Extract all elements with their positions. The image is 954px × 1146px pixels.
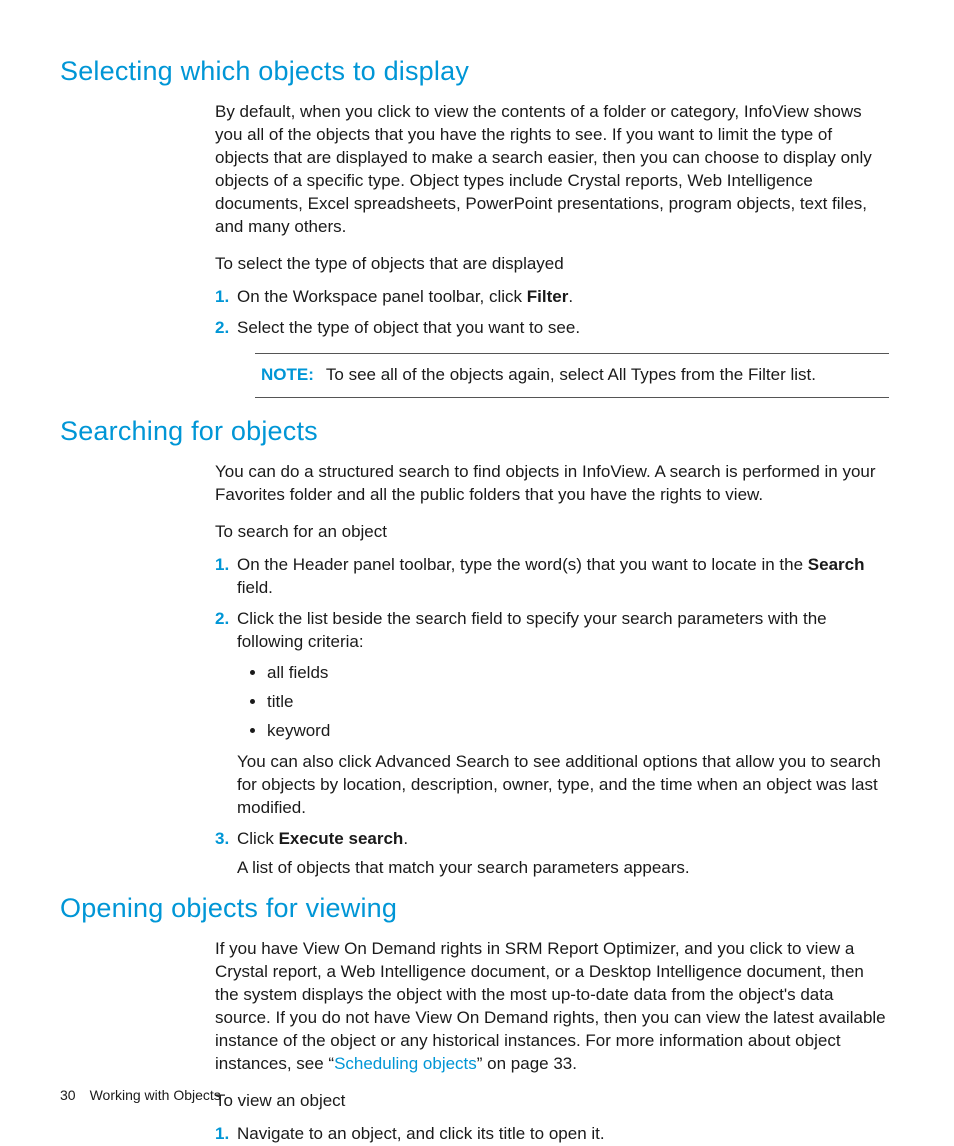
paragraph: If you have View On Demand rights in SRM… — [215, 938, 889, 1076]
criteria-item: keyword — [267, 720, 889, 743]
criteria-list: all fields title keyword — [267, 662, 889, 743]
ui-label-filter: Filter — [527, 287, 569, 306]
step-text: . — [403, 829, 408, 848]
heading-searching-objects: Searching for objects — [60, 416, 894, 447]
section-body: You can do a structured search to find o… — [215, 461, 889, 879]
step-item: Select the type of object that you want … — [237, 317, 889, 340]
chapter-title: Working with Objects — [90, 1087, 221, 1103]
note-box: NOTE: To see all of the objects again, se… — [255, 353, 889, 398]
step-item: On the Workspace panel toolbar, click Fi… — [237, 286, 889, 309]
steps-list: Navigate to an object, and click its tit… — [215, 1123, 889, 1146]
heading-opening-objects: Opening objects for viewing — [60, 893, 894, 924]
procedure-lead: To search for an object — [215, 521, 889, 544]
heading-selecting-objects: Selecting which objects to display — [60, 56, 894, 87]
note-label: NOTE: — [261, 365, 314, 384]
steps-list: On the Header panel toolbar, type the wo… — [215, 554, 889, 879]
step-item: On the Header panel toolbar, type the wo… — [237, 554, 889, 600]
step-item: Click the list beside the search field t… — [237, 608, 889, 820]
criteria-item: all fields — [267, 662, 889, 685]
step-text: On the Workspace panel toolbar, click — [237, 287, 527, 306]
paragraph: You can do a structured search to find o… — [215, 461, 889, 507]
section-body: By default, when you click to view the c… — [215, 101, 889, 398]
page-number: 30 — [60, 1087, 76, 1103]
ui-label-execute-search: Execute search — [279, 829, 404, 848]
page-footer: 30 Working with Objects — [60, 1087, 221, 1103]
paragraph: By default, when you click to view the c… — [215, 101, 889, 239]
paragraph-text: ” on page 33. — [477, 1054, 577, 1073]
criteria-item: title — [267, 691, 889, 714]
step-text: Click the list beside the search field t… — [237, 609, 827, 651]
step-subtext: You can also click Advanced Search to se… — [237, 751, 889, 820]
page: Selecting which objects to display By de… — [0, 0, 954, 1145]
step-item: Navigate to an object, and click its tit… — [237, 1123, 889, 1146]
step-text: field. — [237, 578, 273, 597]
procedure-lead: To view an object — [215, 1090, 889, 1113]
procedure-lead: To select the type of objects that are d… — [215, 253, 889, 276]
step-text: On the Header panel toolbar, type the wo… — [237, 555, 808, 574]
ui-label-search: Search — [808, 555, 865, 574]
link-scheduling-objects[interactable]: Scheduling objects — [334, 1054, 477, 1073]
step-text: . — [568, 287, 573, 306]
note-text: To see all of the objects again, select … — [326, 365, 816, 384]
step-text: Click — [237, 829, 279, 848]
step-item: Click Execute search. A list of objects … — [237, 828, 889, 880]
section-body: If you have View On Demand rights in SRM… — [215, 938, 889, 1146]
steps-list: On the Workspace panel toolbar, click Fi… — [215, 286, 889, 340]
step-subtext: A list of objects that match your search… — [237, 857, 889, 880]
